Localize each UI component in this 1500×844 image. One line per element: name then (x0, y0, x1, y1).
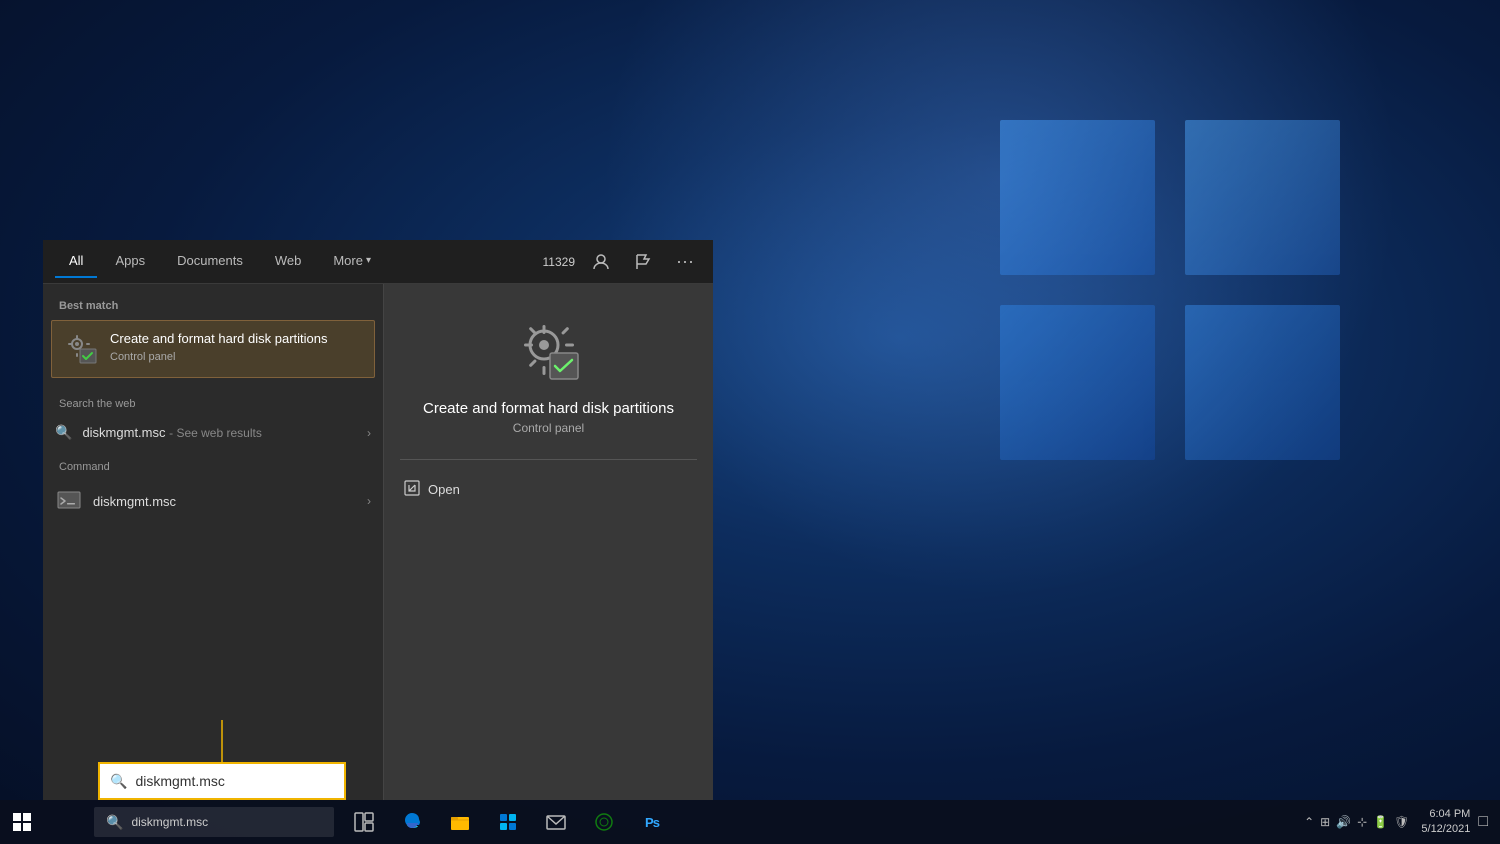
taskbar-right-area: ⌃ ⊞ 🔊 ⊹ 🔋 🛡 6:04 PM 5/12/2021 □ (1304, 807, 1500, 838)
tab-more[interactable]: More ▾ (319, 245, 385, 278)
command-item-left: diskmgmt.msc (55, 487, 176, 515)
system-tray-icons: ⌃ ⊞ 🔊 ⊹ 🔋 🛡 (1304, 815, 1409, 829)
more-options-btn[interactable]: ··· (669, 246, 701, 278)
web-result-item[interactable]: 🔍 diskmgmt.msc - See web results › (43, 416, 383, 449)
right-divider (400, 459, 696, 460)
search-right-pane: Create and format hard disk partitions C… (383, 284, 713, 800)
wifi-icon[interactable]: ⊹ (1357, 815, 1367, 829)
search-body: Best match (43, 284, 713, 800)
web-result-sub: - See web results (169, 426, 262, 440)
open-action[interactable]: Open (384, 472, 713, 507)
windows-defender-icon[interactable]: 🛡 (1394, 815, 1409, 829)
search-popup: All Apps Documents Web More ▾ 11329 ··· (43, 240, 713, 800)
file-explorer-icon (450, 812, 470, 832)
date-display: 5/12/2021 (1421, 822, 1470, 837)
search-left-pane: Best match (43, 284, 383, 800)
search-bar[interactable]: 🔍 (98, 762, 346, 800)
search-web-label: Search the web (43, 398, 383, 410)
right-subtitle: Control panel (513, 421, 584, 435)
tab-all[interactable]: All (55, 245, 97, 278)
mail-button[interactable] (534, 800, 578, 844)
console-icon-svg (57, 489, 81, 513)
edge-browser-button[interactable] (390, 800, 434, 844)
windows-logo-desktop (1000, 120, 1340, 460)
search-web-section: Search the web 🔍 diskmgmt.msc - See web … (43, 390, 383, 453)
counter-badge: 11329 (543, 255, 575, 269)
search-tabs: All Apps Documents Web More ▾ 11329 ··· (43, 240, 713, 284)
tab-documents[interactable]: Documents (163, 245, 257, 278)
tab-counter-area: 11329 ··· (543, 246, 701, 278)
edge-icon (402, 812, 422, 832)
web-result-chevron: › (367, 426, 371, 440)
windows-logo-icon (13, 813, 31, 831)
disk-partition-icon (64, 331, 100, 367)
profile-icon-btn[interactable] (585, 246, 617, 278)
store-icon (498, 812, 518, 832)
right-disk-icon-svg (514, 315, 584, 385)
search-input[interactable] (135, 773, 334, 789)
battery-icon[interactable]: 🔋 (1373, 815, 1388, 829)
disk-icon-svg (64, 331, 100, 367)
web-result-text: diskmgmt.msc - See web results (82, 425, 261, 440)
search-bar-icon: 🔍 (110, 773, 127, 790)
store-button[interactable] (486, 800, 530, 844)
tab-apps[interactable]: Apps (101, 245, 159, 278)
right-title: Create and format hard disk partitions (403, 400, 694, 417)
profile-icon (591, 252, 611, 272)
tab-web[interactable]: Web (261, 245, 316, 278)
open-icon-svg (404, 480, 420, 496)
best-match-title: Create and format hard disk partitions (110, 331, 328, 348)
chevron-up-icon[interactable]: ⌃ (1304, 815, 1314, 829)
task-view-icon (354, 812, 374, 832)
best-match-item[interactable]: Create and format hard disk partitions C… (51, 320, 375, 378)
chevron-down-icon: ▾ (366, 255, 371, 266)
game-button[interactable] (582, 800, 626, 844)
start-button[interactable] (0, 800, 44, 844)
command-chevron: › (367, 494, 371, 508)
flag-icon-btn[interactable] (627, 246, 659, 278)
notifications-icon[interactable]: □ (1478, 813, 1488, 831)
task-view-button[interactable] (342, 800, 386, 844)
photoshop-button[interactable]: Ps (630, 800, 674, 844)
photoshop-label: Ps (645, 815, 659, 830)
clock-display[interactable]: 6:04 PM 5/12/2021 (1421, 807, 1470, 838)
command-section: Command diskmgmt.msc › (43, 453, 383, 527)
open-action-icon (404, 480, 420, 499)
open-action-label: Open (428, 482, 460, 497)
mail-icon (546, 812, 566, 832)
taskbar: 🔍 diskmgmt.msc (0, 800, 1500, 844)
best-match-subtitle: Control panel (110, 351, 328, 363)
command-text: diskmgmt.msc (93, 494, 176, 509)
command-item[interactable]: diskmgmt.msc › (43, 479, 383, 523)
right-icon-area (513, 314, 585, 386)
command-label: Command (43, 461, 383, 473)
search-web-icon: 🔍 (55, 424, 72, 441)
web-result-left: 🔍 diskmgmt.msc - See web results (55, 424, 262, 441)
network-icon[interactable]: ⊞ (1320, 815, 1330, 829)
cmd-icon (55, 487, 83, 515)
game-icon (594, 812, 614, 832)
search-bar-container: 🔍 (98, 762, 346, 800)
taskbar-icons: Ps (342, 800, 674, 844)
file-explorer-button[interactable] (438, 800, 482, 844)
best-match-info: Create and format hard disk partitions C… (110, 331, 328, 363)
time-display: 6:04 PM (1421, 807, 1470, 822)
taskbar-search-bar[interactable]: 🔍 diskmgmt.msc (94, 807, 334, 837)
flag-icon (634, 253, 652, 271)
taskbar-search-icon: 🔍 (106, 814, 123, 831)
best-match-label: Best match (43, 300, 383, 312)
volume-icon[interactable]: 🔊 (1336, 815, 1351, 829)
taskbar-search-text: diskmgmt.msc (131, 815, 208, 829)
